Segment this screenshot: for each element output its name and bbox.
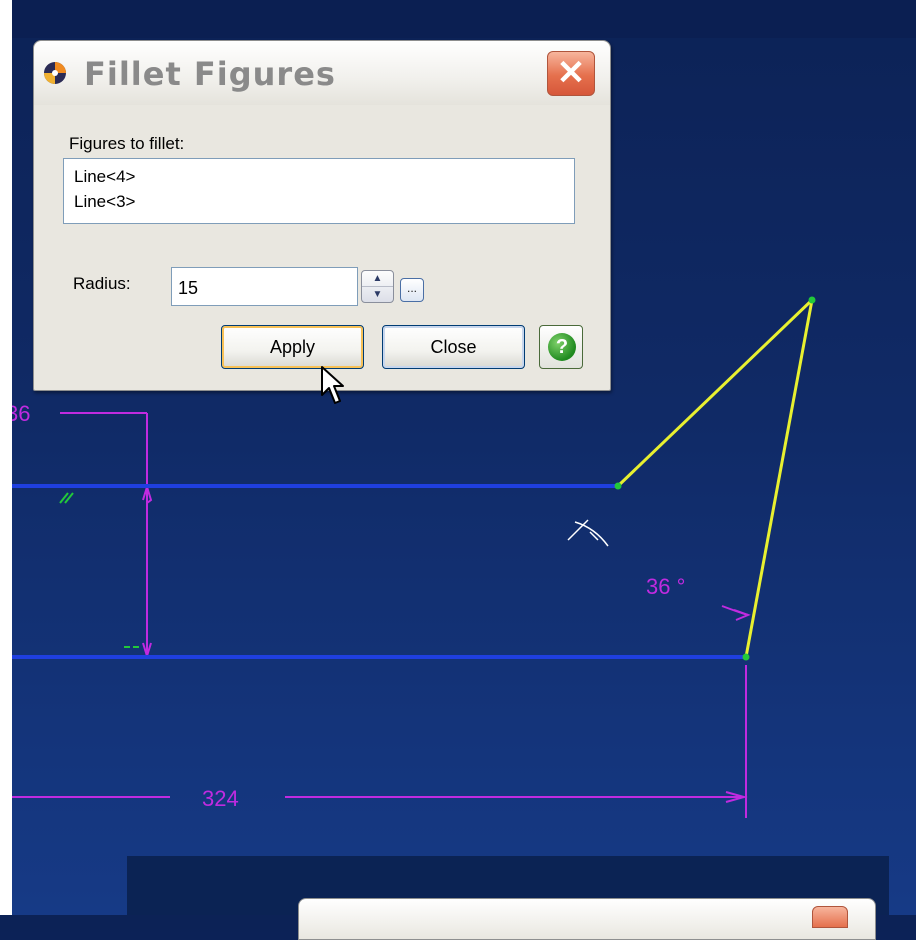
dialog-titlebar[interactable]: Fillet Figures ✕ — [34, 41, 610, 105]
dimension-value-length[interactable]: 324 — [202, 786, 239, 811]
list-item[interactable]: Line<4> — [74, 167, 135, 187]
radius-label: Radius: — [73, 274, 131, 293]
app-logo-icon — [44, 62, 66, 84]
spin-up-icon[interactable]: ▲ — [362, 271, 393, 287]
close-icon[interactable]: ✕ — [547, 51, 595, 96]
help-icon: ? — [548, 333, 576, 361]
list-item[interactable]: Line<3> — [74, 192, 135, 212]
angle-arrow-right — [721, 605, 751, 621]
help-button[interactable]: ? — [539, 325, 583, 369]
angle-dimension-marker — [567, 519, 609, 547]
radius-input[interactable]: 15 — [171, 267, 358, 306]
browse-button[interactable]: ... — [400, 278, 424, 302]
dialog-title: Fillet Figures — [84, 55, 336, 93]
close-button[interactable]: Close — [382, 325, 525, 369]
endpoint[interactable] — [614, 482, 622, 490]
parallel-constraint-icon — [59, 492, 74, 504]
endpoint[interactable] — [808, 296, 816, 304]
radius-spinner[interactable]: ▲ ▼ — [361, 270, 394, 303]
endpoint[interactable] — [742, 653, 750, 661]
fillet-figures-dialog: Fillet Figures ✕ Figures to fillet: Line… — [33, 40, 611, 391]
secondary-close-icon[interactable] — [812, 906, 848, 928]
spin-down-icon[interactable]: ▼ — [362, 287, 393, 302]
mouse-cursor-icon — [321, 366, 344, 404]
left-border — [0, 0, 12, 915]
angle-dimension-value[interactable]: 36 ° — [646, 574, 685, 599]
figures-label: Figures to fillet: — [69, 134, 185, 153]
secondary-dialog-titlebar[interactable] — [298, 898, 876, 940]
figures-list[interactable]: Line<4> Line<3> — [63, 158, 575, 224]
apply-button[interactable]: Apply — [221, 325, 364, 369]
